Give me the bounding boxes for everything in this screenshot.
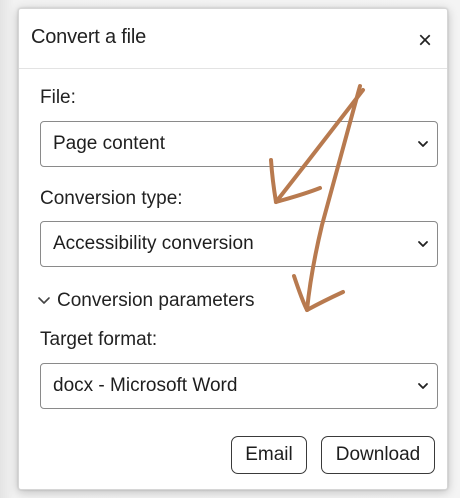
chevron-down-icon (418, 141, 428, 147)
file-select-value: Page content (53, 133, 165, 154)
chevron-down-icon (418, 241, 428, 247)
file-label: File: (40, 87, 76, 108)
close-icon: × (417, 27, 432, 54)
conversion-type-select[interactable]: Accessibility conversion (40, 221, 438, 267)
convert-file-dialog: Convert a file × File: Page content Conv… (18, 8, 448, 490)
target-format-label: Target format: (40, 329, 158, 350)
download-button[interactable]: Download (321, 436, 435, 474)
file-select[interactable]: Page content (40, 121, 438, 167)
email-button[interactable]: Email (231, 436, 307, 474)
chevron-down-icon (38, 297, 50, 304)
screen-background: Convert a file × File: Page content Conv… (0, 0, 460, 498)
conversion-type-label: Conversion type: (40, 188, 183, 209)
target-format-select[interactable]: docx - Microsoft Word (40, 363, 438, 409)
conversion-parameters-toggle[interactable]: Conversion parameters (37, 288, 254, 314)
conversion-type-select-value: Accessibility conversion (53, 233, 254, 254)
close-button[interactable]: × (411, 27, 439, 55)
dialog-header: Convert a file × (19, 9, 447, 69)
dialog-title: Convert a file (31, 26, 147, 48)
target-format-select-value: docx - Microsoft Word (53, 375, 238, 396)
chevron-down-icon (418, 383, 428, 389)
conversion-parameters-label: Conversion parameters (57, 290, 255, 311)
